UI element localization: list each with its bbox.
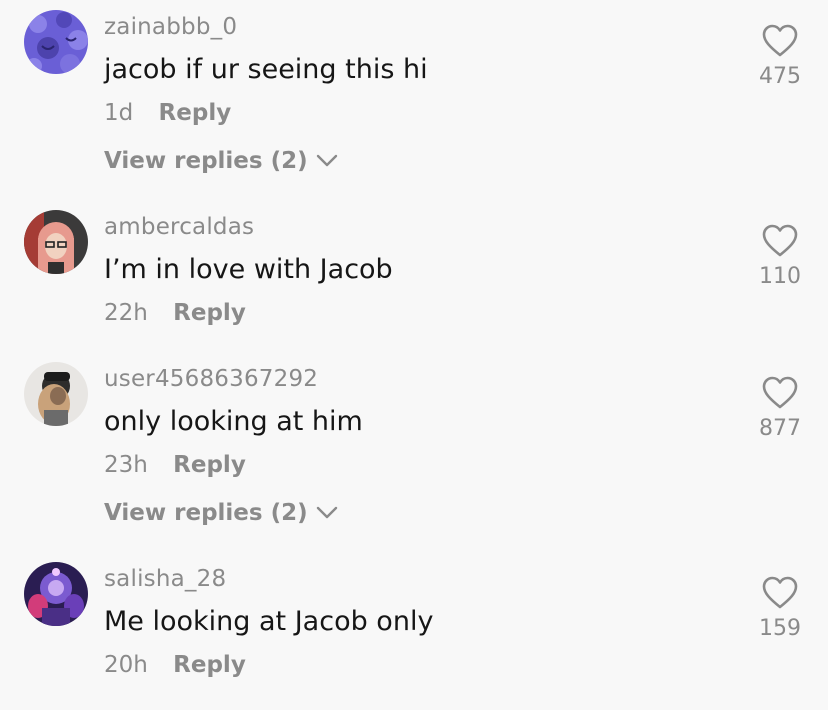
comment-username[interactable]: user45686367292 — [104, 366, 318, 392]
like-count: 877 — [759, 416, 801, 441]
view-replies-label: View replies (2) — [104, 500, 308, 526]
like-button[interactable]: 159 — [750, 576, 810, 641]
avatar[interactable] — [24, 10, 88, 74]
reply-button[interactable]: Reply — [159, 100, 232, 126]
comment-time: 1d — [104, 100, 134, 126]
chevron-down-icon — [316, 154, 337, 167]
comment-username[interactable]: ambercaldas — [104, 214, 254, 240]
reply-button[interactable]: Reply — [173, 652, 246, 678]
avatar[interactable] — [24, 362, 88, 426]
comment-username[interactable]: zainabbb_0 — [104, 14, 237, 40]
like-button[interactable]: 110 — [750, 224, 810, 289]
comment-text: Me looking at Jacob only — [104, 606, 434, 637]
comment-text: I’m in love with Jacob — [104, 254, 393, 285]
heart-outline-icon — [762, 576, 798, 609]
heart-outline-icon — [762, 376, 798, 409]
comment-time: 23h — [104, 452, 148, 478]
like-button[interactable]: 475 — [750, 24, 810, 89]
view-replies-button[interactable]: View replies (2) — [104, 148, 338, 174]
heart-outline-icon — [762, 224, 798, 257]
comment-time: 20h — [104, 652, 148, 678]
like-count: 159 — [759, 616, 801, 641]
view-replies-label: View replies (2) — [104, 148, 308, 174]
reply-button[interactable]: Reply — [173, 300, 246, 326]
avatar[interactable] — [24, 210, 88, 274]
view-replies-button[interactable]: View replies (2) — [104, 500, 338, 526]
comment-meta: 1d Reply — [104, 100, 231, 126]
like-count: 475 — [759, 64, 801, 89]
reply-button[interactable]: Reply — [173, 452, 246, 478]
comment-text: jacob if ur seeing this hi — [104, 54, 428, 85]
chevron-down-icon — [316, 506, 337, 519]
heart-outline-icon — [762, 24, 798, 57]
like-button[interactable]: 877 — [750, 376, 810, 441]
avatar[interactable] — [24, 562, 88, 626]
comment-username[interactable]: salisha_28 — [104, 566, 226, 592]
comment-meta: 23h Reply — [104, 452, 246, 478]
comment-text: only looking at him — [104, 406, 363, 437]
comment-meta: 20h Reply — [104, 652, 246, 678]
comment-time: 22h — [104, 300, 148, 326]
like-count: 110 — [759, 264, 801, 289]
comment-meta: 22h Reply — [104, 300, 246, 326]
